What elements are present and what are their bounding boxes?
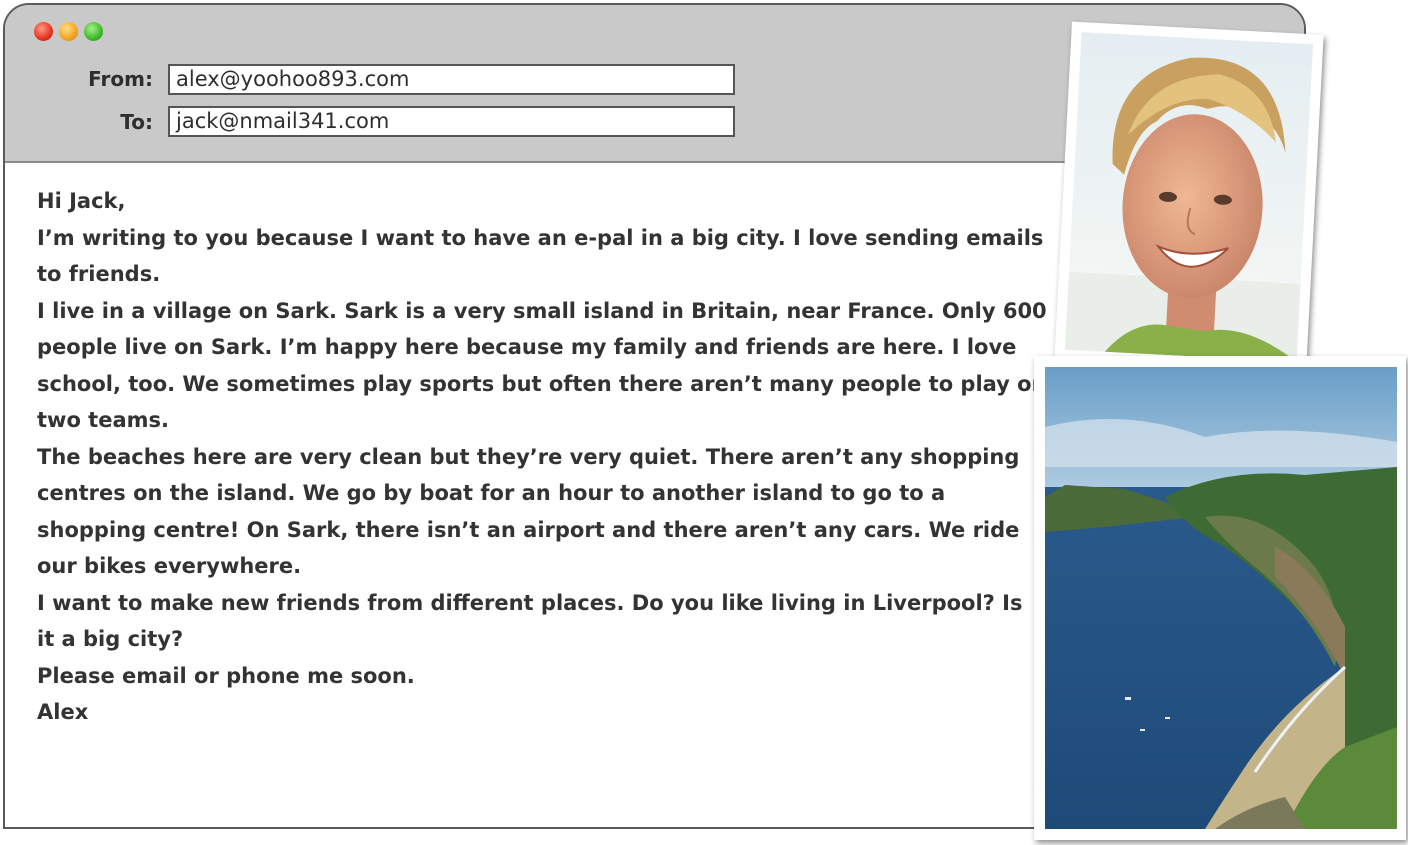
to-field[interactable]: jack@nmail341.com: [168, 106, 735, 137]
from-field[interactable]: alex@yoohoo893.com: [168, 64, 735, 95]
boy-portrait-photo: [1054, 21, 1324, 373]
body-paragraph: The beaches here are very clean but they…: [37, 444, 1020, 579]
greeting: Hi Jack,: [37, 189, 126, 213]
from-label: From:: [88, 67, 153, 91]
to-label: To:: [120, 110, 153, 134]
body-paragraph: I’m writing to you because I want to hav…: [37, 225, 1044, 287]
island-coastline-image: [1045, 367, 1397, 829]
island-coastline-photo: [1034, 356, 1406, 840]
minimize-window-button[interactable]: [59, 22, 78, 41]
body-paragraph: I want to make new friends from differen…: [37, 590, 1023, 652]
email-body: Hi Jack, I’m writing to you because I wa…: [37, 183, 1047, 731]
close-window-button[interactable]: [34, 22, 53, 41]
body-paragraph: Please email or phone me soon.: [37, 663, 415, 688]
signature: Alex: [37, 700, 89, 724]
body-paragraph: I live in a village on Sark. Sark is a v…: [37, 298, 1047, 433]
maximize-window-button[interactable]: [84, 22, 103, 41]
boy-portrait-image: [1064, 32, 1314, 362]
